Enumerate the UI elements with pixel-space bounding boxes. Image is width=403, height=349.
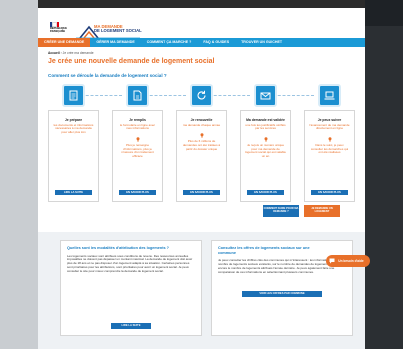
learn-more-button[interactable]: EN SAVOIR PLUS bbox=[247, 190, 284, 195]
breadcrumb: Accueil › Je crée ma demande bbox=[48, 51, 94, 55]
step-description: le formulaire en ligne avec mes informat… bbox=[119, 122, 156, 131]
learn-more-button[interactable]: EN SAVOIR PLUS bbox=[119, 190, 156, 195]
file-icon bbox=[126, 84, 149, 107]
step-connector bbox=[273, 95, 314, 96]
nav-item-faq[interactable]: FAQ & GUIDES bbox=[197, 38, 235, 47]
top-bar bbox=[38, 0, 365, 8]
nav-item-manage[interactable]: GÉRER MA DEMANDE bbox=[90, 38, 140, 47]
main-nav: CRÉER UNE DEMANDE GÉRER MA DEMANDE COMME… bbox=[38, 38, 365, 47]
info-section: Quelles sont les modalités d'attribution… bbox=[38, 232, 365, 349]
breadcrumb-home[interactable]: Accueil bbox=[48, 51, 60, 55]
step-description: l'avancement de ma demande directement e… bbox=[309, 122, 350, 131]
step-description: une fois les justificatifs vérifiés par … bbox=[245, 122, 286, 131]
step-card-validated: Ma demande est validée une fois les just… bbox=[240, 110, 291, 202]
step-tip: Plus de 6 millions de demandes ont été t… bbox=[182, 139, 221, 151]
section-subtitle: Comment se déroule la demande de logemen… bbox=[48, 73, 167, 78]
page-title: Je crée une nouvelle demande de logement… bbox=[48, 58, 215, 65]
info-card-title: Consultez les offres de logements sociau… bbox=[218, 246, 310, 255]
step-connector bbox=[209, 95, 250, 96]
info-card-body: Les logements sociaux sont attribués sou… bbox=[67, 253, 193, 273]
step-card-prepare: Je prépare les documents et informations… bbox=[48, 110, 99, 202]
nav-item-create[interactable]: CRÉER UNE DEMANDE bbox=[38, 38, 91, 47]
steps-section: Je prépare les documents et informations… bbox=[48, 84, 355, 202]
document-icon bbox=[62, 84, 85, 107]
brand-name: MA DEMANDE DE LOGEMENT SOCIAL bbox=[94, 24, 142, 34]
step-tip: Plus je renseigne d'informations, plus j… bbox=[121, 142, 154, 158]
request-housing-button[interactable]: JE DEMANDE UN LOGEMENT bbox=[304, 205, 340, 217]
help-chat-button[interactable]: Un besoin d'aide bbox=[326, 255, 370, 267]
step-tip: Je reçois un numéro unique pour ma deman… bbox=[245, 142, 286, 158]
brand-line-2: DE LOGEMENT SOCIAL bbox=[94, 28, 142, 34]
browser-side-shade bbox=[365, 0, 403, 349]
gov-logo-text: RÉPUBLIQUE FRANÇAISE bbox=[50, 27, 68, 33]
read-more-button[interactable]: LIRE LA SUITE bbox=[55, 190, 92, 195]
offers-by-commune-button[interactable]: VOIR LES OFFRES PAR COMMUNE bbox=[242, 291, 322, 297]
chat-icon bbox=[329, 258, 335, 264]
info-card-title: Quelles sont les modalités d'attribution… bbox=[67, 246, 169, 250]
mail-icon bbox=[254, 84, 277, 107]
lightbulb-icon bbox=[200, 133, 203, 138]
read-more-button[interactable]: LIRE LA SUITE bbox=[111, 323, 151, 329]
info-card-attribution: Quelles sont les modalités d'attribution… bbox=[60, 240, 202, 336]
page: RÉPUBLIQUE FRANÇAISE MA DEMANDE DE LOGEM… bbox=[38, 0, 365, 349]
lightbulb-icon bbox=[328, 137, 331, 142]
learn-more-button[interactable]: EN SAVOIR PLUS bbox=[311, 190, 348, 195]
refresh-icon bbox=[190, 84, 213, 107]
laptop-icon bbox=[318, 84, 341, 107]
step-description: ma demande chaque année bbox=[182, 122, 221, 127]
learn-more-button[interactable]: EN SAVOIR PLUS bbox=[183, 190, 220, 195]
step-card-fill: Je remplis le formulaire en ligne avec m… bbox=[112, 110, 163, 202]
step-connector bbox=[81, 95, 122, 96]
step-card-renew: Je renouvelle ma demande chaque année Pl… bbox=[176, 110, 227, 202]
lightbulb-icon bbox=[136, 137, 139, 142]
browser-top-shade bbox=[365, 0, 403, 26]
republique-francaise-logo[interactable]: RÉPUBLIQUE FRANÇAISE bbox=[50, 22, 68, 38]
breadcrumb-current: Je crée ma demande bbox=[62, 51, 94, 55]
step-description: les documents et informations nécessaire… bbox=[53, 122, 94, 134]
how-to-button[interactable]: COMMENT FAIRE POUR MA DEMANDE ? bbox=[263, 205, 299, 217]
help-chat-label: Un besoin d'aide bbox=[338, 259, 364, 263]
nav-item-how-it-works[interactable]: COMMENT ÇA MARCHE ? bbox=[141, 38, 198, 47]
step-tip: Dans le suivi, je peux consulter les dém… bbox=[310, 142, 349, 155]
nav-item-find-office[interactable]: TROUVER UN GUICHET bbox=[235, 38, 288, 47]
site-header: RÉPUBLIQUE FRANÇAISE MA DEMANDE DE LOGEM… bbox=[38, 8, 365, 39]
lightbulb-icon bbox=[264, 137, 267, 142]
step-connector bbox=[145, 95, 186, 96]
step-card-track: Je peux suivre l'avancement de ma demand… bbox=[304, 110, 355, 202]
